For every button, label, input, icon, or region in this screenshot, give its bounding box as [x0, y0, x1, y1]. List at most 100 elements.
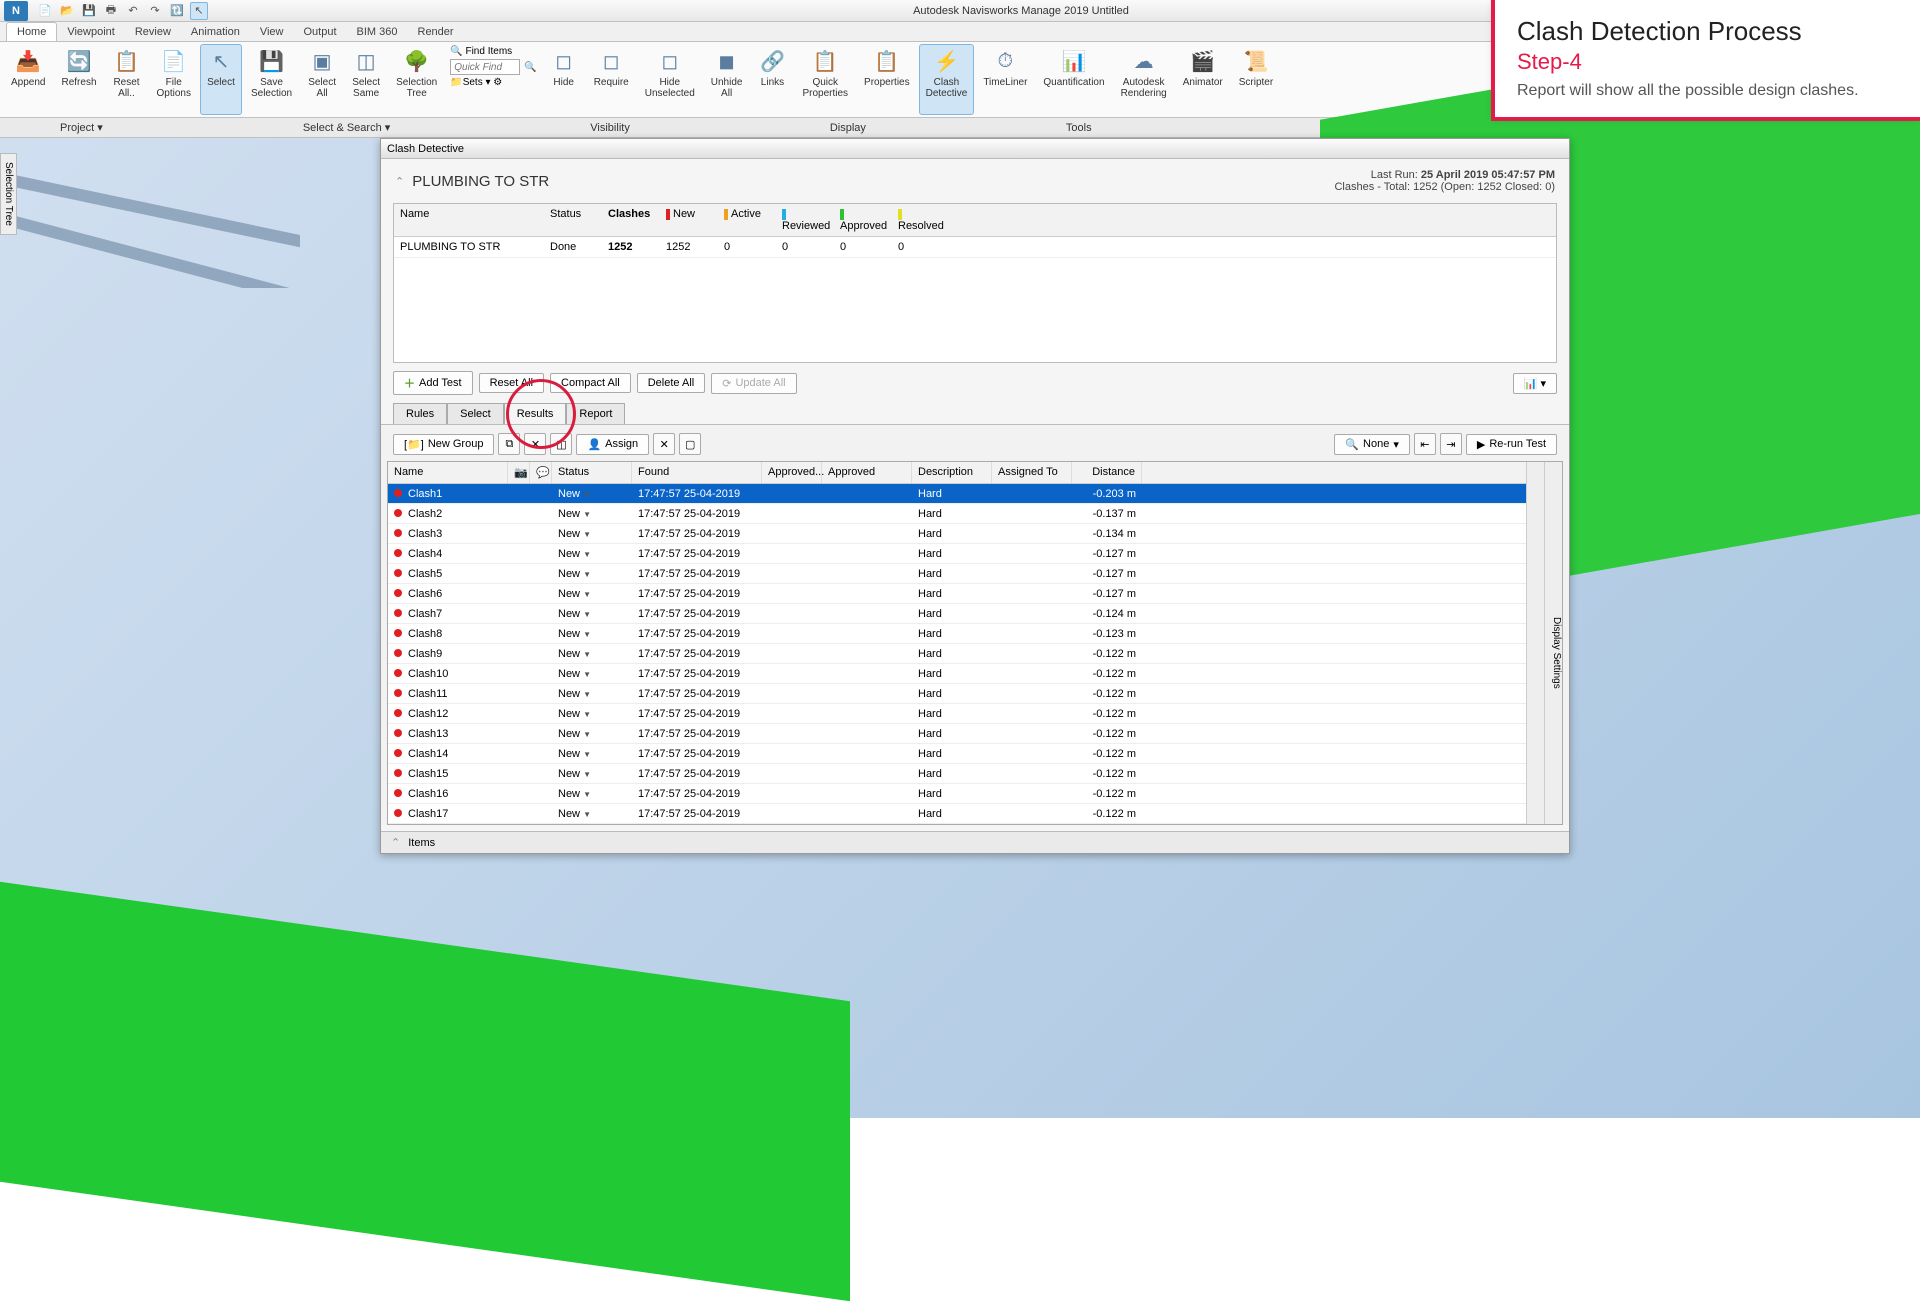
- rt-col-name[interactable]: Name: [388, 462, 508, 483]
- app-logo[interactable]: N: [4, 1, 28, 21]
- clash-row[interactable]: Clash12New ▼17:47:57 25-04-2019Hard-0.12…: [388, 704, 1526, 724]
- ribbon-autodesk-rendering-button[interactable]: ☁AutodeskRendering: [1114, 44, 1174, 115]
- col-name[interactable]: Name: [394, 204, 544, 236]
- clash-row[interactable]: Clash5New ▼17:47:57 25-04-2019Hard-0.127…: [388, 564, 1526, 584]
- new-group-button[interactable]: [📁]New Group: [393, 434, 494, 455]
- collapse-icon[interactable]: ⌃: [395, 175, 404, 188]
- col-approved[interactable]: Approved: [834, 204, 892, 236]
- clash-row[interactable]: Clash17New ▼17:47:57 25-04-2019Hard-0.12…: [388, 804, 1526, 824]
- explode-icon[interactable]: ✕: [524, 433, 546, 455]
- ribbon-scripter-button[interactable]: 📜Scripter: [1232, 44, 1280, 115]
- ribbon-hide-button[interactable]: ◻Hide: [543, 44, 585, 115]
- qat-print-icon[interactable]: 🖶: [102, 2, 120, 20]
- ribbon-unhide-all-button[interactable]: ◼UnhideAll: [704, 44, 750, 115]
- clash-row[interactable]: Clash11New ▼17:47:57 25-04-2019Hard-0.12…: [388, 684, 1526, 704]
- clash-row[interactable]: Clash8New ▼17:47:57 25-04-2019Hard-0.123…: [388, 624, 1526, 644]
- ribbon-tab-animation[interactable]: Animation: [181, 23, 250, 41]
- clash-row[interactable]: Clash16New ▼17:47:57 25-04-2019Hard-0.12…: [388, 784, 1526, 804]
- 3d-viewport[interactable]: Selection Tree Clash Detective ⌃ PLUMBIN…: [0, 138, 1920, 1118]
- ribbon-quick-properties-button[interactable]: 📋QuickProperties: [795, 44, 855, 115]
- clash-row[interactable]: Clash9New ▼17:47:57 25-04-2019Hard-0.122…: [388, 644, 1526, 664]
- ungroup-icon[interactable]: ◫: [550, 433, 572, 455]
- group-icon[interactable]: ⧉: [498, 433, 520, 455]
- delete-all-button[interactable]: Delete All: [637, 373, 705, 393]
- add-test-button[interactable]: ＋Add Test: [393, 371, 473, 395]
- ribbon-tab-bim-360[interactable]: BIM 360: [347, 23, 408, 41]
- qat-open-icon[interactable]: 📂: [58, 2, 76, 20]
- ribbon-animator-button[interactable]: 🎬Animator: [1176, 44, 1230, 115]
- ribbon-select-same-button[interactable]: ◫SelectSame: [345, 44, 387, 115]
- rt-col-status[interactable]: Status: [552, 462, 632, 483]
- qat-select-icon[interactable]: ↖: [190, 2, 208, 20]
- clash-row[interactable]: Clash4New ▼17:47:57 25-04-2019Hard-0.127…: [388, 544, 1526, 564]
- rt-col-description[interactable]: Description: [912, 462, 992, 483]
- clash-row[interactable]: Clash13New ▼17:47:57 25-04-2019Hard-0.12…: [388, 724, 1526, 744]
- clash-row[interactable]: Clash1New ▼17:47:57 25-04-2019Hard-0.203…: [388, 484, 1526, 504]
- qat-undo-icon[interactable]: ↶: [124, 2, 142, 20]
- result-tab-select[interactable]: Select: [447, 403, 504, 424]
- ribbon-select-all-button[interactable]: ▣SelectAll: [301, 44, 343, 115]
- test-row[interactable]: PLUMBING TO STR Done 1252 1252 0 0 0 0: [394, 237, 1556, 258]
- export-button[interactable]: 📊 ▾: [1513, 373, 1557, 394]
- col-reviewed[interactable]: Reviewed: [776, 204, 834, 236]
- ribbon-selection-tree-button[interactable]: 🌳SelectionTree: [389, 44, 444, 115]
- clash-row[interactable]: Clash6New ▼17:47:57 25-04-2019Hard-0.127…: [388, 584, 1526, 604]
- ribbon-reset-all..-button[interactable]: 📋ResetAll..: [106, 44, 148, 115]
- rt-col-approved[interactable]: Approved: [822, 462, 912, 483]
- prev-icon[interactable]: ⇤: [1414, 433, 1436, 455]
- project-dropdown[interactable]: Project ▾: [60, 121, 103, 134]
- rt-col-approved-by[interactable]: Approved...: [762, 462, 822, 483]
- qat-refresh-icon[interactable]: 🔃: [168, 2, 186, 20]
- clash-row[interactable]: Clash2New ▼17:47:57 25-04-2019Hard-0.137…: [388, 504, 1526, 524]
- next-icon[interactable]: ⇥: [1440, 433, 1462, 455]
- find-items-button[interactable]: 🔍 Find Items: [450, 46, 536, 57]
- ribbon-require-button[interactable]: ◻Require: [587, 44, 636, 115]
- ribbon-file-options-button[interactable]: 📄FileOptions: [150, 44, 198, 115]
- col-active[interactable]: Active: [718, 204, 776, 236]
- ribbon-tab-home[interactable]: Home: [6, 22, 57, 41]
- rt-col-assigned[interactable]: Assigned To: [992, 462, 1072, 483]
- ribbon-tab-render[interactable]: Render: [408, 23, 464, 41]
- clash-row[interactable]: Clash3New ▼17:47:57 25-04-2019Hard-0.134…: [388, 524, 1526, 544]
- ribbon-save-selection-button[interactable]: 💾SaveSelection: [244, 44, 299, 115]
- clash-row[interactable]: Clash14New ▼17:47:57 25-04-2019Hard-0.12…: [388, 744, 1526, 764]
- ribbon-tab-review[interactable]: Review: [125, 23, 181, 41]
- ribbon-timeliner-button[interactable]: ⏱TimeLiner: [976, 44, 1034, 115]
- results-scrollbar[interactable]: [1526, 462, 1544, 824]
- col-new[interactable]: New: [660, 204, 718, 236]
- ribbon-select-button[interactable]: ↖Select: [200, 44, 242, 115]
- col-clashes[interactable]: Clashes: [602, 204, 660, 236]
- ribbon-refresh-button[interactable]: 🔄Refresh: [54, 44, 103, 115]
- selection-tree-tab[interactable]: Selection Tree: [0, 153, 17, 235]
- quick-find-input[interactable]: [450, 59, 520, 75]
- ribbon-quantification-button[interactable]: 📊Quantification: [1036, 44, 1111, 115]
- col-status[interactable]: Status: [544, 204, 602, 236]
- sets-dropdown[interactable]: 📁Sets ▾ ⚙: [450, 77, 536, 88]
- assign-button[interactable]: 👤Assign: [576, 434, 649, 455]
- clash-row[interactable]: Clash7New ▼17:47:57 25-04-2019Hard-0.124…: [388, 604, 1526, 624]
- clash-panel-title[interactable]: Clash Detective: [381, 139, 1569, 159]
- ribbon-append-button[interactable]: 📥Append: [4, 44, 52, 115]
- col-resolved[interactable]: Resolved: [892, 204, 950, 236]
- qat-new-icon[interactable]: 📄: [36, 2, 54, 20]
- ribbon-hide-unselected-button[interactable]: ◻HideUnselected: [638, 44, 702, 115]
- result-tab-rules[interactable]: Rules: [393, 403, 447, 424]
- ribbon-properties-button[interactable]: 📋Properties: [857, 44, 917, 115]
- reset-all-button[interactable]: Reset All: [479, 373, 544, 393]
- ribbon-tab-view[interactable]: View: [250, 23, 294, 41]
- rt-col-comment-icon[interactable]: 💬: [530, 462, 552, 483]
- ribbon-clash-detective-button[interactable]: ⚡ClashDetective: [919, 44, 975, 115]
- clash-row[interactable]: Clash10New ▼17:47:57 25-04-2019Hard-0.12…: [388, 664, 1526, 684]
- unassign-icon[interactable]: ✕: [653, 433, 675, 455]
- clash-row[interactable]: Clash15New ▼17:47:57 25-04-2019Hard-0.12…: [388, 764, 1526, 784]
- filter-icon[interactable]: ▢: [679, 433, 701, 455]
- rt-col-camera-icon[interactable]: 📷: [508, 462, 530, 483]
- qat-save-icon[interactable]: 💾: [80, 2, 98, 20]
- ribbon-links-button[interactable]: 🔗Links: [751, 44, 793, 115]
- compact-all-button[interactable]: Compact All: [550, 373, 631, 393]
- result-tab-results[interactable]: Results: [504, 403, 567, 424]
- rt-col-distance[interactable]: Distance: [1072, 462, 1142, 483]
- filter-none-dropdown[interactable]: 🔍None▾: [1334, 434, 1410, 455]
- qat-redo-icon[interactable]: ↷: [146, 2, 164, 20]
- ribbon-tab-viewpoint[interactable]: Viewpoint: [57, 23, 125, 41]
